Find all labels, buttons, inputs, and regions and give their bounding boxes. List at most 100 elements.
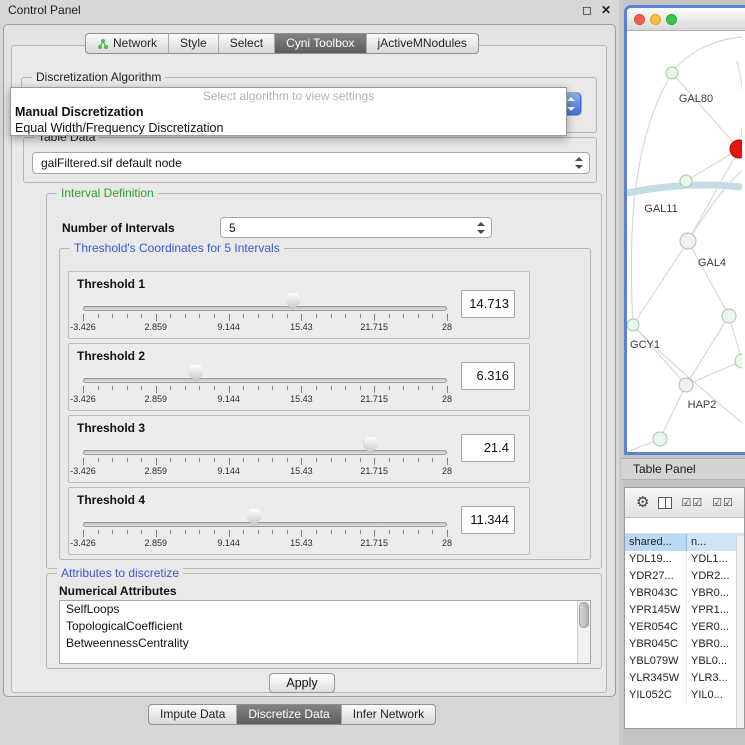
network-edge[interactable]	[633, 241, 688, 325]
table-row[interactable]: YPR145WYPR1...	[625, 602, 744, 619]
table-data-group: Table Data galFiltered.sif default node	[23, 137, 597, 183]
tab-network[interactable]: Network	[86, 34, 168, 53]
scrollbar-thumb[interactable]	[579, 602, 589, 628]
attribute-list-item[interactable]: TopologicalCoefficient	[60, 618, 590, 635]
table-row[interactable]: YDR27...YDR2...	[625, 568, 744, 585]
minimize-button[interactable]	[650, 14, 661, 25]
numerical-attributes-list: SelfLoopsTopologicalCoefficientBetweenne…	[60, 601, 590, 652]
table-row[interactable]: YLR345WYLR3...	[625, 670, 744, 687]
network-edge[interactable]	[737, 61, 742, 149]
threshold-slider[interactable]: -3.4262.8599.14415.4321.71528	[83, 432, 447, 478]
zoom-button[interactable]	[666, 14, 677, 25]
table-cell: YLR345W	[625, 670, 687, 687]
network-icon	[97, 38, 109, 50]
threshold-value-box[interactable]: 21.4	[461, 434, 515, 462]
threshold-slider[interactable]: -3.4262.8599.14415.4321.71528	[83, 504, 447, 550]
network-edge[interactable]	[672, 37, 742, 73]
network-node-label: GCY1	[630, 339, 660, 351]
tab-label: Network	[113, 34, 157, 53]
stepper-icon[interactable]	[575, 157, 584, 169]
close-button[interactable]	[634, 14, 645, 25]
network-node[interactable]	[627, 319, 639, 331]
right-panel: GAL80GAL11GAL4GCY1HAP2 Table Panel ⚙ ☑☑ …	[622, 0, 745, 745]
number-of-intervals-select[interactable]: 5	[220, 217, 492, 238]
table-row[interactable]: YBR043CYBR0...	[625, 585, 744, 602]
table-toolbar-spacer	[625, 518, 744, 534]
table-row[interactable]: YDL19...YDL1...	[625, 551, 744, 568]
stepper-icon[interactable]	[477, 222, 486, 234]
network-canvas-svg[interactable]: GAL80GAL11GAL4GCY1HAP2	[627, 31, 742, 452]
tab-style[interactable]: Style	[168, 34, 218, 53]
table-cell: YDR27...	[625, 568, 687, 585]
dropdown-option-equal-width[interactable]: Equal Width/Frequency Discretization	[11, 120, 566, 136]
threshold-value-box[interactable]: 6.316	[461, 362, 515, 390]
threshold-slider[interactable]: -3.4262.8599.14415.4321.71528	[83, 288, 447, 334]
tab-label: Impute Data	[160, 705, 225, 724]
table-scrollbar[interactable]	[736, 536, 744, 728]
network-edge[interactable]	[660, 385, 686, 439]
network-edge[interactable]	[672, 73, 739, 149]
network-node[interactable]	[666, 67, 678, 79]
network-edge[interactable]	[688, 149, 739, 241]
table-row[interactable]: YER054CYER0...	[625, 619, 744, 636]
select-all-icon[interactable]: ☑☑	[681, 496, 703, 509]
network-canvas[interactable]: GAL80GAL11GAL4GCY1HAP2	[627, 31, 742, 452]
network-node[interactable]	[680, 233, 696, 249]
column-header-shared-name[interactable]: shared...	[625, 534, 687, 551]
slider-track[interactable]	[83, 378, 447, 383]
attributes-group: Attributes to discretize Numerical Attri…	[46, 573, 602, 669]
network-node[interactable]	[653, 432, 667, 446]
cyni-toolbox-panel: Discretization Algorithm Table Data galF…	[11, 45, 607, 693]
attribute-list-item[interactable]: BetweennessCentrality	[60, 635, 590, 652]
tab-impute-data[interactable]: Impute Data	[149, 705, 236, 724]
interval-definition-group: Interval Definition Number of Intervals …	[46, 193, 602, 569]
network-window-titlebar	[627, 8, 745, 31]
network-edge[interactable]	[686, 316, 729, 385]
network-edge[interactable]	[688, 171, 742, 241]
network-node-label: GAL80	[679, 93, 713, 105]
apply-button[interactable]: Apply	[269, 673, 335, 693]
slider-track[interactable]	[83, 450, 447, 455]
list-scrollbar[interactable]	[577, 601, 590, 663]
table-row[interactable]: YBR045CYBR0...	[625, 636, 744, 653]
tab-discretize-data[interactable]: Discretize Data	[236, 705, 340, 724]
gear-icon[interactable]: ⚙	[636, 495, 649, 510]
table-cell: YIL052C	[625, 687, 687, 704]
slider-track[interactable]	[83, 306, 447, 311]
slider-track[interactable]	[83, 522, 447, 527]
network-view-window: GAL80GAL11GAL4GCY1HAP2	[624, 5, 745, 455]
close-icon[interactable]: ✕	[601, 3, 611, 17]
network-node[interactable]	[679, 378, 693, 392]
network-edge[interactable]	[631, 73, 672, 325]
columns-icon[interactable]	[658, 497, 672, 509]
threshold-slider[interactable]: -3.4262.8599.14415.4321.71528	[83, 360, 447, 406]
attribute-list-item[interactable]: SelfLoops	[60, 601, 590, 618]
dropdown-prompt: Select algorithm to view settings	[11, 89, 566, 104]
float-icon[interactable]: ◻	[582, 3, 592, 17]
table-cell: YBL079W	[625, 653, 687, 670]
dropdown-option-manual[interactable]: Manual Discretization	[11, 104, 566, 120]
table-row[interactable]: YIL052CYIL0...	[625, 687, 744, 704]
network-node[interactable]	[680, 175, 692, 187]
tab-select[interactable]: Select	[218, 34, 274, 53]
slider-ticks	[83, 530, 447, 538]
select-all-icon[interactable]: ☑☑	[712, 496, 734, 509]
tab-jactivemnodules[interactable]: jActiveMNodules	[366, 34, 478, 53]
network-node[interactable]	[735, 354, 742, 368]
threshold-panel: Threshold 1 -3.4262.8599.14415.4321.7152…	[68, 271, 530, 339]
table-cell: YBR043C	[625, 585, 687, 602]
numerical-attributes-listbox[interactable]: SelfLoopsTopologicalCoefficientBetweenne…	[59, 600, 591, 664]
attributes-legend: Attributes to discretize	[57, 566, 183, 580]
threshold-value-box[interactable]: 11.344	[461, 506, 515, 534]
network-node-label: GAL11	[644, 203, 677, 215]
table-row[interactable]: YBL079WYBL0...	[625, 653, 744, 670]
network-edge[interactable]	[688, 241, 729, 316]
table-cell: YER054C	[625, 619, 687, 636]
slider-ticks	[83, 386, 447, 394]
tab-infer-network[interactable]: Infer Network	[341, 705, 435, 724]
network-node[interactable]	[730, 140, 742, 158]
network-node[interactable]	[722, 309, 736, 323]
table-data-select[interactable]: galFiltered.sif default node	[32, 152, 590, 174]
tab-cyni-toolbox[interactable]: Cyni Toolbox	[274, 34, 365, 53]
threshold-value-box[interactable]: 14.713	[461, 290, 515, 318]
